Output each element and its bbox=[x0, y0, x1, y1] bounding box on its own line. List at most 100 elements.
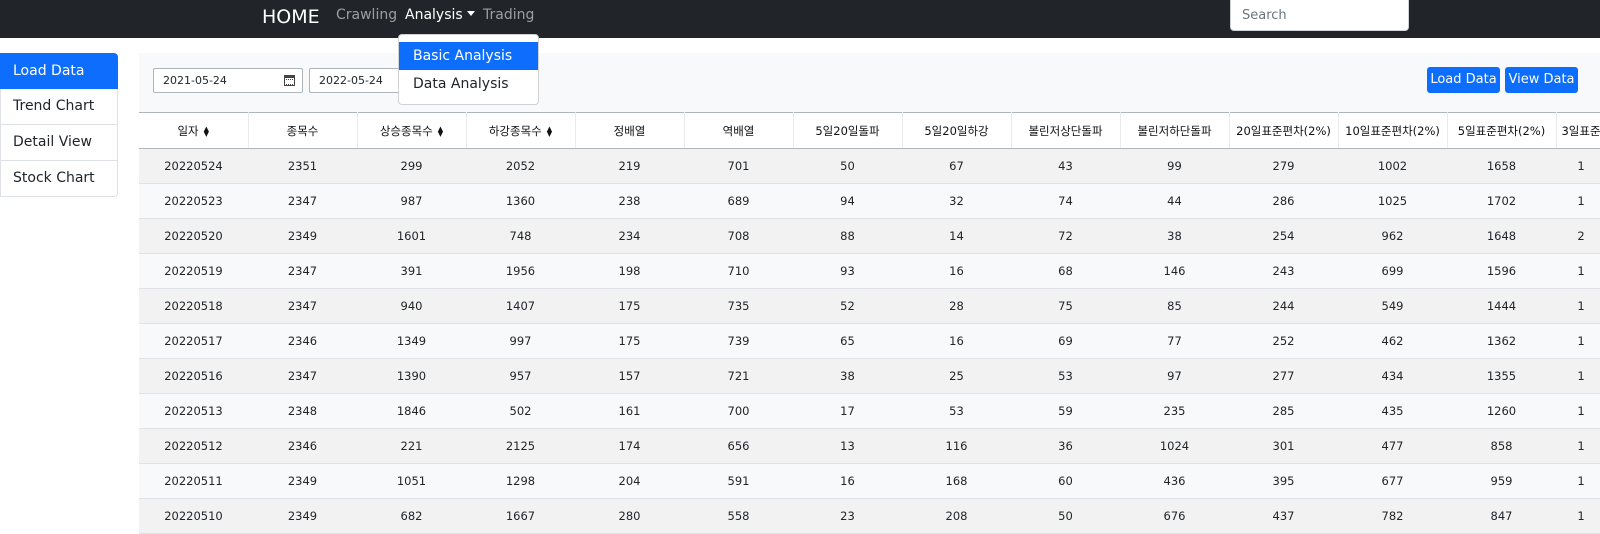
table-row[interactable]: 20220520 2349 1601 748 234 708 88 14 72 38 254 962 1… bbox=[139, 218, 1600, 254]
table-cell: 254 bbox=[1229, 218, 1338, 254]
table-cell: 161 bbox=[575, 393, 684, 429]
table-row[interactable]: 20220517 2346 1349 997 175 739 65 16 69 77 252 462 1… bbox=[139, 323, 1600, 359]
table-cell: 20220523 bbox=[139, 183, 248, 219]
table-cell: 168 bbox=[902, 463, 1011, 499]
table-cell: 20220511 bbox=[139, 463, 248, 499]
table-row[interactable]: 20220511 2349 1051 1298 204 591 16 168 60 436 395 6… bbox=[139, 463, 1600, 499]
table-row[interactable]: 20220518 2347 940 1407 175 735 52 28 75 85 244 549 1… bbox=[139, 288, 1600, 324]
table-cell: 1407 bbox=[466, 288, 575, 324]
table-cell: 20220524 bbox=[139, 148, 248, 184]
table-cell: 116 bbox=[902, 428, 1011, 464]
table-cell: 689 bbox=[684, 183, 793, 219]
nav-analysis-label: Analysis bbox=[405, 7, 463, 23]
search-input[interactable] bbox=[1230, 0, 1409, 31]
table-cell: 146 bbox=[1120, 253, 1229, 289]
table-cell: 2347 bbox=[248, 183, 357, 219]
table-cell: 1051 bbox=[357, 463, 466, 499]
table-cell: 20220519 bbox=[139, 253, 248, 289]
table-cell: 65 bbox=[793, 323, 902, 359]
sidebar-item-load-data[interactable]: Load Data bbox=[0, 53, 118, 89]
table-cell: 997 bbox=[466, 323, 575, 359]
sort-icon[interactable]: ▲ ▼ bbox=[438, 125, 443, 137]
table-cell: 279 bbox=[1229, 148, 1338, 184]
column-header[interactable]: 하강종목수 ▲ ▼ bbox=[466, 112, 576, 149]
table-cell: 277 bbox=[1229, 358, 1338, 394]
table-cell: 17 bbox=[793, 393, 902, 429]
table-cell: 699 bbox=[1338, 253, 1447, 289]
table-row[interactable]: 20220512 2346 221 2125 174 656 13 116 36 1024 301 4… bbox=[139, 428, 1600, 464]
table-cell: 72 bbox=[1011, 218, 1120, 254]
brand-home-link[interactable]: HOME bbox=[262, 4, 320, 30]
column-header-label: 일자 bbox=[177, 123, 199, 138]
table-cell: 1648 bbox=[1447, 218, 1556, 254]
nav-crawling[interactable]: Crawling bbox=[336, 6, 397, 24]
column-header-label: 종목수 bbox=[286, 123, 319, 138]
column-header-label: 정배열 bbox=[613, 123, 646, 138]
table-cell: 1362 bbox=[1447, 323, 1556, 359]
table-cell: 286 bbox=[1229, 183, 1338, 219]
table-cell: 1667 bbox=[466, 498, 575, 534]
table-cell: 20220516 bbox=[139, 358, 248, 394]
table-cell: 20220510 bbox=[139, 498, 248, 534]
table-cell: 1 bbox=[1556, 323, 1600, 359]
sidebar-item-stock-chart[interactable]: Stock Chart bbox=[0, 161, 118, 197]
table-cell: 94 bbox=[793, 183, 902, 219]
table-cell: 32 bbox=[902, 183, 1011, 219]
load-data-button[interactable]: Load Data bbox=[1427, 67, 1500, 93]
table-cell: 25 bbox=[902, 358, 1011, 394]
table-cell: 2347 bbox=[248, 253, 357, 289]
calendar-icon[interactable] bbox=[284, 75, 295, 86]
sort-icon[interactable]: ▲ ▼ bbox=[547, 125, 552, 137]
sidebar-item-detail-view[interactable]: Detail View bbox=[0, 125, 118, 161]
table-cell: 700 bbox=[684, 393, 793, 429]
table-cell: 93 bbox=[793, 253, 902, 289]
table-cell: 16 bbox=[793, 463, 902, 499]
sidebar-item-trend-chart[interactable]: Trend Chart bbox=[0, 89, 118, 125]
table-row[interactable]: 20220524 2351 299 2052 219 701 50 67 43 99 279 1002… bbox=[139, 148, 1600, 184]
table-cell: 74 bbox=[1011, 183, 1120, 219]
table-cell: 735 bbox=[684, 288, 793, 324]
column-header-label: 상승종목수 bbox=[379, 123, 433, 138]
table-cell: 2052 bbox=[466, 148, 575, 184]
sort-icon[interactable]: ▲ ▼ bbox=[204, 125, 209, 137]
nav-trading[interactable]: Trading bbox=[483, 6, 534, 24]
table-cell: 1 bbox=[1556, 428, 1600, 464]
table-cell: 656 bbox=[684, 428, 793, 464]
column-header-label: 5일20일돌파 bbox=[815, 123, 880, 138]
table-cell: 739 bbox=[684, 323, 793, 359]
column-header[interactable]: 상승종목수 ▲ ▼ bbox=[357, 112, 467, 149]
column-header[interactable]: 일자 ▲ ▼ bbox=[139, 112, 249, 149]
dropdown-item-data-analysis[interactable]: Data Analysis bbox=[399, 70, 538, 98]
table-cell: 28 bbox=[902, 288, 1011, 324]
table-cell: 38 bbox=[793, 358, 902, 394]
table-row[interactable]: 20220523 2347 987 1360 238 689 94 32 74 44 286 1025… bbox=[139, 183, 1600, 219]
column-header: 정배열 bbox=[575, 112, 685, 149]
table-cell: 1702 bbox=[1447, 183, 1556, 219]
table-cell: 67 bbox=[902, 148, 1011, 184]
table-cell: 235 bbox=[1120, 393, 1229, 429]
table-cell: 43 bbox=[1011, 148, 1120, 184]
view-data-button[interactable]: View Data bbox=[1505, 67, 1578, 93]
table-cell: 1846 bbox=[357, 393, 466, 429]
table-row[interactable]: 20220510 2349 682 1667 280 558 23 208 50 676 437 78… bbox=[139, 498, 1600, 534]
nav-analysis-dropdown[interactable]: Analysis bbox=[405, 6, 475, 24]
dropdown-item-basic-analysis[interactable]: Basic Analysis bbox=[399, 42, 538, 70]
end-date-input[interactable]: 2022-05-24 bbox=[309, 68, 401, 93]
table-cell: 1 bbox=[1556, 358, 1600, 394]
table-row[interactable]: 20220516 2347 1390 957 157 721 38 25 53 97 277 434 1… bbox=[139, 358, 1600, 394]
column-header: 10일표준편차(2%) bbox=[1338, 112, 1448, 149]
table-cell: 502 bbox=[466, 393, 575, 429]
table-cell: 44 bbox=[1120, 183, 1229, 219]
table-row[interactable]: 20220519 2347 391 1956 198 710 93 16 68 146 243 699… bbox=[139, 253, 1600, 289]
table-cell: 157 bbox=[575, 358, 684, 394]
table-cell: 436 bbox=[1120, 463, 1229, 499]
table-cell: 53 bbox=[902, 393, 1011, 429]
table-cell: 52 bbox=[793, 288, 902, 324]
table-cell: 23 bbox=[793, 498, 902, 534]
caret-down-icon bbox=[466, 11, 475, 16]
table-row[interactable]: 20220513 2348 1846 502 161 700 17 53 59 235 285 435… bbox=[139, 393, 1600, 429]
column-header: 20일표준편차(2%) bbox=[1229, 112, 1339, 149]
column-header: 종목수 bbox=[248, 112, 358, 149]
start-date-input[interactable]: 2021-05-24 bbox=[153, 68, 303, 93]
column-header: 3일표준 bbox=[1556, 112, 1600, 149]
